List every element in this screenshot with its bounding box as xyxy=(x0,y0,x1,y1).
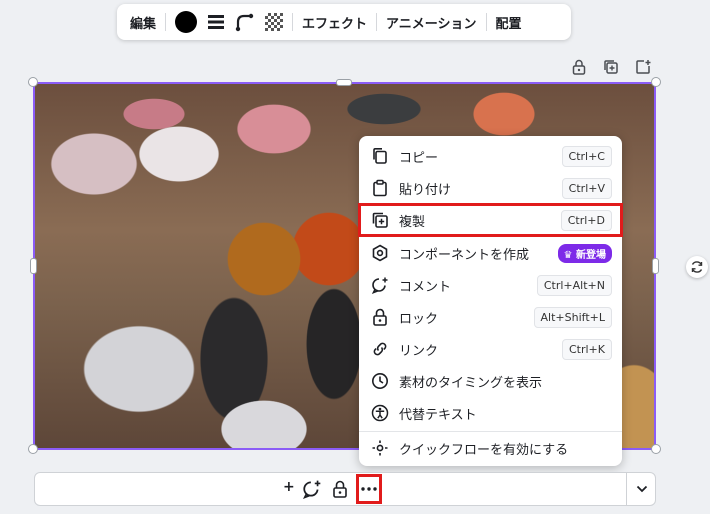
menu-item-label: クイックフローを有効にする xyxy=(399,442,569,458)
corner-radius-icon xyxy=(235,13,254,32)
duplicate-element-button[interactable] xyxy=(600,56,622,78)
more-options-button[interactable] xyxy=(356,474,382,504)
color-swatch-icon xyxy=(175,11,198,33)
copy-icon xyxy=(369,145,391,167)
chevron-down-icon xyxy=(636,485,648,493)
context-menu: コピー Ctrl+C 貼り付け Ctrl+V 複製 Ctrl+D コンポーネント… xyxy=(358,136,623,466)
shortcut-label: Ctrl+D xyxy=(560,209,612,231)
menu-item-quick-flow[interactable]: クイックフローを有効にする xyxy=(359,432,622,464)
border-style-button[interactable] xyxy=(202,8,230,36)
resize-handle-right[interactable] xyxy=(652,258,659,274)
corner-rounding-button[interactable] xyxy=(230,8,260,36)
menu-item-lock[interactable]: ロック Alt+Shift+L xyxy=(359,301,622,333)
menu-item-label: コメント xyxy=(399,279,452,295)
add-comment-button[interactable] xyxy=(300,475,324,503)
menu-item-label: 貼り付け xyxy=(399,182,452,198)
border-weight-icon xyxy=(208,15,225,29)
transparency-button[interactable] xyxy=(260,8,288,36)
position-button[interactable]: 配置 xyxy=(491,8,527,36)
menu-item-label: 素材のタイミングを表示 xyxy=(399,375,543,391)
menu-item-duplicate[interactable]: 複製 Ctrl+D xyxy=(358,203,623,237)
menu-item-label: リンク xyxy=(399,343,439,359)
shortcut-label: Ctrl+V xyxy=(561,177,612,199)
animation-button[interactable]: アニメーション xyxy=(381,8,481,36)
toolbar-divider xyxy=(485,13,487,31)
duplicate-icon xyxy=(369,209,391,231)
component-icon xyxy=(369,242,391,264)
menu-item-show-timing[interactable]: 素材のタイミングを表示 xyxy=(359,365,622,397)
add-page-button[interactable] xyxy=(632,56,654,78)
menu-item-label: コンポーネントを作成 xyxy=(399,247,530,263)
transparency-icon xyxy=(265,13,284,31)
new-badge: ♛ 新登場 xyxy=(557,243,612,263)
element-toolbar: 編集 エフェクト アニメーション 配置 xyxy=(117,4,571,40)
resize-handle-left[interactable] xyxy=(30,258,37,274)
rotate-icon xyxy=(691,261,703,273)
toolbar-divider xyxy=(292,13,294,31)
resize-handle-top-left[interactable] xyxy=(28,77,38,87)
new-badge-label: 新登場 xyxy=(576,249,606,261)
quick-flow-icon xyxy=(369,437,391,459)
menu-item-alt-text[interactable]: 代替テキスト xyxy=(359,397,622,429)
comment-icon xyxy=(369,274,391,296)
rotate-button[interactable] xyxy=(686,256,708,278)
expand-button[interactable] xyxy=(633,480,651,498)
comment-icon xyxy=(302,480,321,499)
menu-item-label: 複製 xyxy=(399,214,426,230)
edit-button[interactable]: 編集 xyxy=(125,8,161,36)
resize-handle-bottom-left[interactable] xyxy=(28,444,38,454)
lock-icon xyxy=(572,59,586,75)
lock-button[interactable] xyxy=(328,475,352,503)
clock-icon xyxy=(369,370,391,392)
shortcut-label: Ctrl+K xyxy=(561,338,612,360)
link-icon xyxy=(369,338,391,360)
shortcut-label: Ctrl+Alt+N xyxy=(536,274,612,296)
add-button[interactable]: + xyxy=(283,479,295,495)
paste-icon xyxy=(369,177,391,199)
menu-item-link[interactable]: リンク Ctrl+K xyxy=(359,333,622,365)
menu-item-label: コピー xyxy=(399,150,439,166)
lock-icon xyxy=(333,480,347,498)
lock-element-button[interactable] xyxy=(568,56,590,78)
resize-handle-bottom-right[interactable] xyxy=(651,444,661,454)
quick-actions xyxy=(300,472,390,506)
menu-item-paste[interactable]: 貼り付け Ctrl+V xyxy=(359,172,622,204)
menu-item-create-component[interactable]: コンポーネントを作成 ♛ 新登場 xyxy=(359,237,622,269)
menu-item-label: 代替テキスト xyxy=(399,407,477,423)
toolbar-divider xyxy=(165,13,167,31)
page-bar-divider xyxy=(626,473,627,505)
fill-color-button[interactable] xyxy=(170,8,202,36)
add-page-icon xyxy=(636,60,651,74)
menu-item-comment[interactable]: コメント Ctrl+Alt+N xyxy=(359,269,622,301)
menu-item-copy[interactable]: コピー Ctrl+C xyxy=(359,140,622,172)
accessibility-icon xyxy=(369,402,391,424)
duplicate-icon xyxy=(604,60,618,74)
menu-item-label: ロック xyxy=(399,311,439,327)
resize-handle-top[interactable] xyxy=(336,79,352,86)
toolbar-divider xyxy=(376,13,378,31)
shortcut-label: Alt+Shift+L xyxy=(533,306,612,328)
lock-icon xyxy=(369,306,391,328)
more-horizontal-icon xyxy=(361,487,377,491)
effects-button[interactable]: エフェクト xyxy=(297,8,372,36)
shortcut-label: Ctrl+C xyxy=(561,145,612,167)
resize-handle-top-right[interactable] xyxy=(651,77,661,87)
